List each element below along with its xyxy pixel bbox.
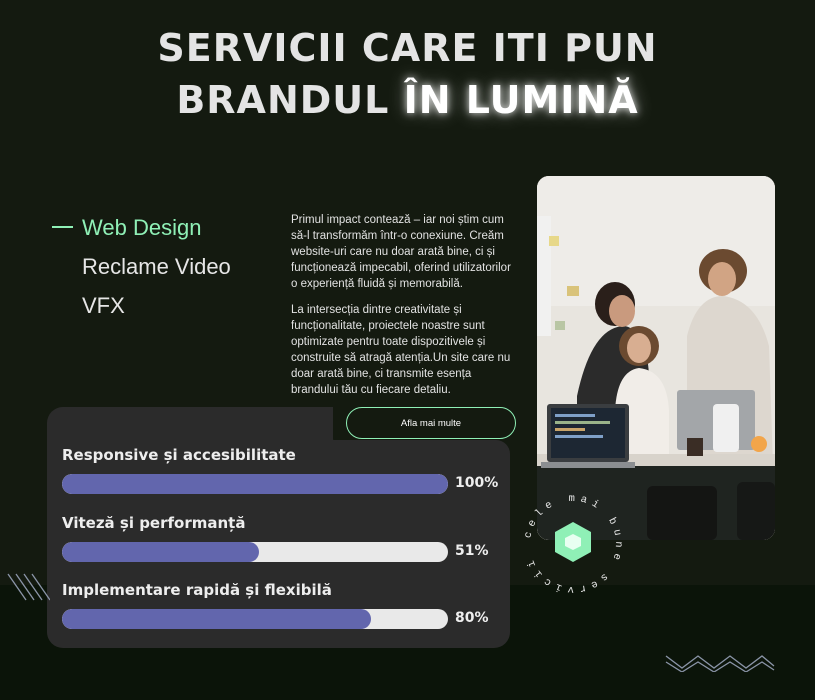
title-line-2: BRANDUL ÎN LUMINĂ bbox=[0, 74, 815, 126]
progress-fill-responsive bbox=[62, 474, 448, 494]
description-paragraph-2: La intersecția dintre creativitate și fu… bbox=[291, 304, 511, 396]
tab-vfx[interactable]: VFX bbox=[52, 286, 231, 325]
learn-more-button[interactable]: Afla mai multe bbox=[346, 407, 516, 439]
active-dash-indicator bbox=[52, 226, 73, 228]
stat-percent-speed: 51% bbox=[455, 543, 489, 559]
diagonal-lines-icon bbox=[7, 573, 50, 601]
service-description: Primul impact contează – iar noi știm cu… bbox=[291, 212, 517, 408]
page-title: SERVICII CARE ITI PUN BRANDUL ÎN LUMINĂ bbox=[0, 22, 815, 126]
tab-web-design[interactable]: Web Design bbox=[52, 208, 231, 247]
stat-label-speed: Viteză și performanță bbox=[62, 514, 246, 532]
stat-label-implementation: Implementare rapidă și flexibilă bbox=[62, 581, 332, 599]
tab-label: Web Design bbox=[82, 214, 202, 240]
service-tabs: Web Design Reclame Video VFX bbox=[52, 208, 231, 325]
tab-label: VFX bbox=[82, 292, 125, 318]
zigzag-lines-icon bbox=[665, 655, 775, 672]
stat-label-responsive: Responsive și accesibilitate bbox=[62, 446, 296, 464]
badge-graphic: cele mai bune servicii bbox=[522, 493, 619, 595]
stat-percent-responsive: 100% bbox=[455, 475, 499, 491]
progress-fill-implementation bbox=[62, 609, 371, 629]
tab-label: Reclame Video bbox=[82, 253, 231, 279]
card-notch-fill bbox=[333, 440, 510, 456]
stat-percent-implementation: 80% bbox=[455, 610, 489, 626]
progress-fill-speed bbox=[62, 542, 259, 562]
title-line-2-plain: BRANDUL bbox=[176, 78, 404, 122]
progress-bar-implementation bbox=[62, 609, 448, 629]
progress-bar-speed bbox=[62, 542, 448, 562]
rotating-badge: cele mai bune servicii bbox=[513, 484, 633, 604]
tab-reclame-video[interactable]: Reclame Video bbox=[52, 247, 231, 286]
title-line-1: SERVICII CARE ITI PUN bbox=[157, 26, 658, 70]
title-line-2-glow: ÎN LUMINĂ bbox=[403, 78, 639, 122]
description-paragraph-1: Primul impact contează – iar noi știm cu… bbox=[291, 214, 511, 290]
progress-bar-responsive bbox=[62, 474, 448, 494]
